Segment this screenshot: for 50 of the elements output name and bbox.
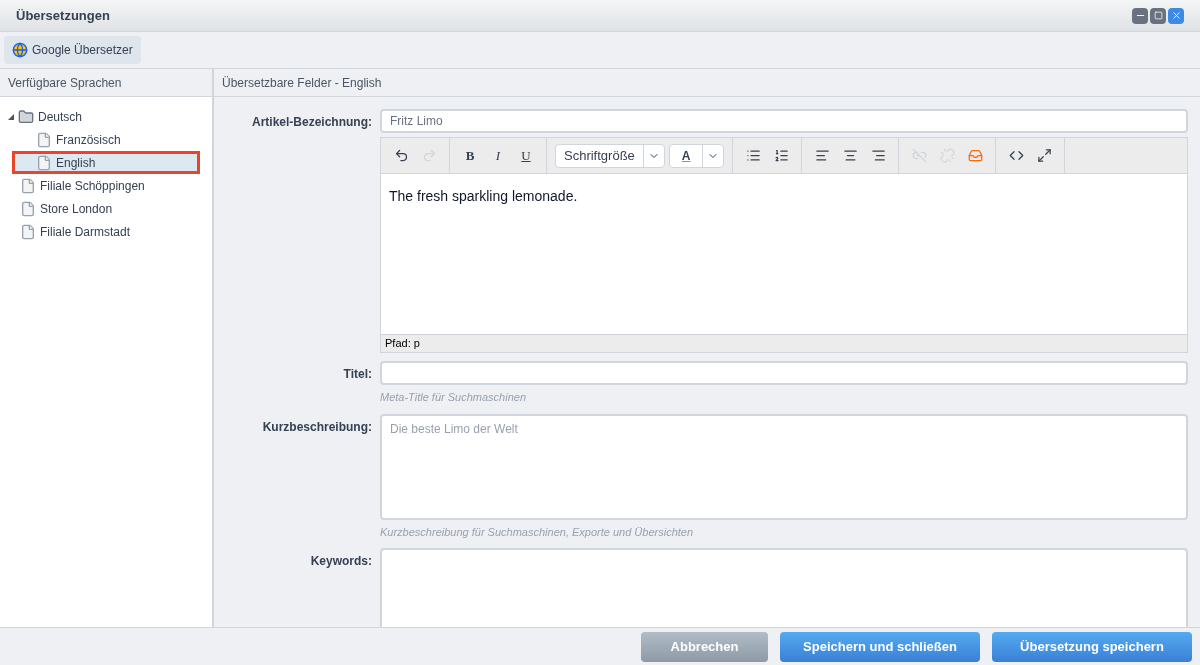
editor-content[interactable]: The fresh sparkling lemonade. [381, 174, 1187, 334]
underline-button[interactable]: U [514, 143, 538, 168]
page-icon [20, 200, 36, 217]
field-hint: Meta-Title für Suchmaschinen [380, 390, 528, 405]
maximize-icon [1153, 11, 1163, 20]
page-icon [36, 131, 52, 148]
field-hint: Kurzbeschreibung für Suchmaschinen, Exporte und Übersichten [380, 524, 695, 540]
bold-button[interactable]: B [458, 143, 482, 168]
tree-item[interactable]: Deutsch [0, 105, 212, 128]
minimize-button[interactable] [1132, 7, 1148, 24]
globe-icon [12, 42, 28, 58]
close-button[interactable] [1168, 7, 1184, 24]
font-size-select[interactable]: Schriftgröße [555, 143, 665, 168]
tree-item[interactable]: Filiale Darmstadt [0, 220, 212, 243]
window-title: Übersetzungen [16, 6, 110, 25]
expander-icon[interactable] [8, 113, 14, 120]
tree-item[interactable]: Store London [0, 197, 212, 220]
text-field[interactable]: Fritz Limo [380, 109, 1188, 133]
link-icon [912, 148, 927, 163]
field-label: Kurzbeschreibung: [261, 418, 372, 436]
element-path: Pfad: p [385, 336, 420, 352]
text-color-button[interactable]: A [668, 143, 725, 168]
panel-header: Übersetzbare Felder - English [214, 69, 1200, 97]
field-label: Artikel-Bezeichnung: [251, 114, 372, 131]
unlink-icon [940, 148, 955, 163]
page-icon [36, 154, 52, 171]
tree-item[interactable]: English [12, 151, 200, 174]
align-center-icon [843, 148, 858, 163]
field-label: Keywords: [309, 553, 372, 570]
tray-icon [968, 148, 983, 163]
undo-icon [393, 148, 409, 163]
field-label: Titel: [342, 366, 372, 383]
code-icon [1009, 148, 1024, 163]
tree-item[interactable]: Französisch [0, 128, 212, 151]
align-left-icon [815, 148, 830, 163]
tree-item[interactable]: Filiale Schöppingen [0, 174, 212, 197]
page-icon [20, 223, 36, 240]
google-translate-button[interactable]: Google Übersetzer [4, 36, 141, 64]
page-icon [20, 177, 36, 194]
align-right-icon [871, 148, 886, 163]
expand-icon [1037, 148, 1052, 163]
text-area[interactable]: Die beste Limo der Welt [380, 413, 1188, 520]
bullet-list-icon [746, 148, 761, 163]
maximize-button[interactable] [1150, 7, 1166, 24]
close-icon [1170, 10, 1182, 21]
italic-button[interactable]: I [486, 143, 510, 168]
numbered-list-icon [774, 148, 789, 163]
folder-icon [18, 108, 34, 125]
redo-icon [421, 148, 437, 163]
text-field[interactable] [380, 361, 1188, 385]
